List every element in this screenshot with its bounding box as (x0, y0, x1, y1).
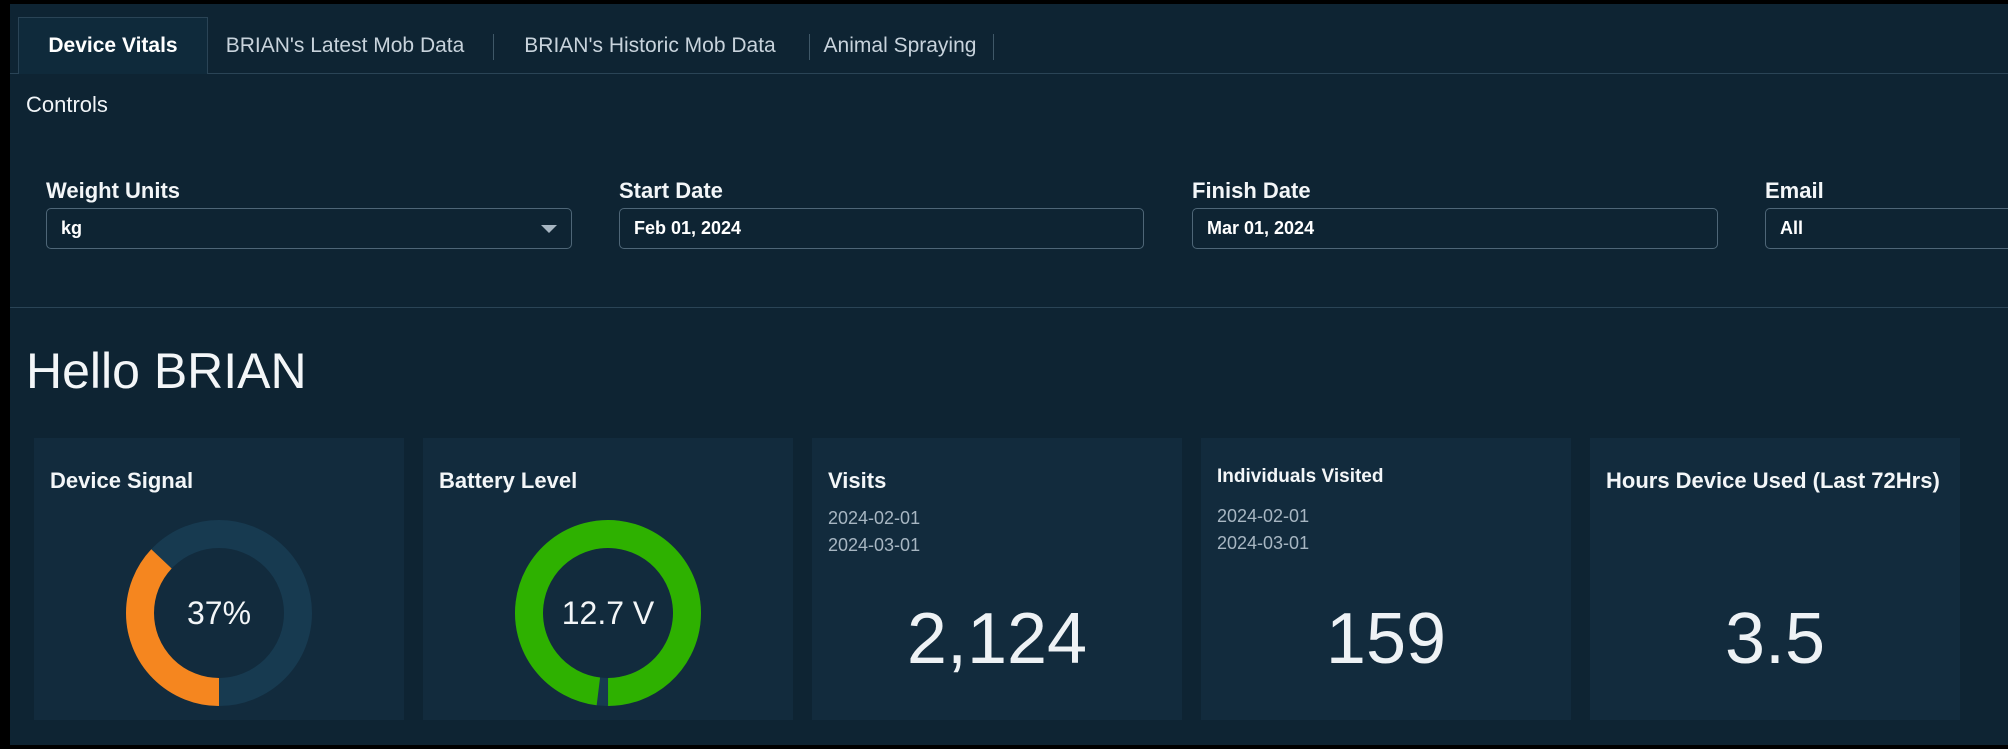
tab-separator (993, 34, 994, 60)
weight-units-label: Weight Units (46, 178, 181, 203)
email-select[interactable]: All (1765, 208, 2008, 249)
dashboard: Device Vitals BRIAN's Latest Mob Data BR… (10, 4, 2008, 745)
hours-used-value: 3.5 (1724, 599, 1826, 679)
visits-card: Visits 2024-02-01 2024-03-01 2,124 (812, 438, 1182, 720)
controls-title: Controls (26, 92, 108, 117)
email-control: Email All (1765, 176, 2008, 249)
finish-date-input[interactable]: Mar 01, 2024 (1192, 208, 1718, 249)
finish-date-control: Finish Date Mar 01, 2024 (1192, 176, 1718, 249)
weight-units-value: kg (61, 218, 83, 238)
email-label: Email (1765, 178, 1824, 203)
visits-value: 2,124 (906, 599, 1088, 679)
hours-used-card: Hours Device Used (Last 72Hrs) 3.5 (1590, 438, 1960, 720)
tab-separator (493, 34, 494, 60)
battery-level-title: Battery Level (439, 468, 578, 493)
start-date-input[interactable]: Feb 01, 2024 (619, 208, 1144, 249)
visits-title: Visits (828, 468, 887, 493)
tab-historic-mob-data[interactable]: BRIAN's Historic Mob Data (500, 17, 800, 74)
start-date-label: Start Date (619, 178, 723, 203)
start-date-value: Feb 01, 2024 (634, 218, 742, 238)
individuals-date-from: 2024-02-01 (1217, 506, 1310, 526)
weight-units-control: Weight Units kg (46, 176, 572, 249)
finish-date-label: Finish Date (1192, 178, 1311, 203)
tab-bar: Device Vitals BRIAN's Latest Mob Data BR… (10, 4, 2008, 74)
tab-device-vitals[interactable]: Device Vitals (18, 17, 208, 74)
tab-separator (809, 34, 810, 60)
section-divider (10, 307, 2008, 308)
individuals-visited-card: Individuals Visited 2024-02-01 2024-03-0… (1201, 438, 1571, 720)
hours-used-title: Hours Device Used (Last 72Hrs) (1606, 468, 1940, 493)
device-signal-card: Device Signal 37% (34, 438, 404, 720)
battery-level-gauge: 12.7 V (503, 508, 713, 718)
weight-units-select[interactable]: kg (46, 208, 572, 249)
battery-level-card: Battery Level 12.7 V (423, 438, 793, 720)
battery-level-value: 12.7 V (561, 594, 655, 631)
device-signal-value: 37% (186, 594, 252, 631)
individuals-date-to: 2024-03-01 (1217, 533, 1310, 553)
greeting-heading: Hello BRIAN (26, 343, 307, 399)
chevron-down-icon (541, 224, 557, 233)
tab-latest-mob-data[interactable]: BRIAN's Latest Mob Data (210, 17, 480, 74)
device-signal-gauge: 37% (114, 508, 324, 718)
individuals-visited-value: 159 (1325, 599, 1447, 679)
visits-date-to: 2024-03-01 (828, 535, 921, 555)
device-signal-title: Device Signal (50, 468, 194, 493)
individuals-visited-title: Individuals Visited (1217, 466, 1384, 487)
visits-date-from: 2024-02-01 (828, 508, 921, 528)
start-date-control: Start Date Feb 01, 2024 (619, 176, 1144, 249)
finish-date-value: Mar 01, 2024 (1207, 218, 1315, 238)
email-value: All (1780, 218, 1804, 238)
tab-animal-spraying[interactable]: Animal Spraying (820, 17, 980, 74)
